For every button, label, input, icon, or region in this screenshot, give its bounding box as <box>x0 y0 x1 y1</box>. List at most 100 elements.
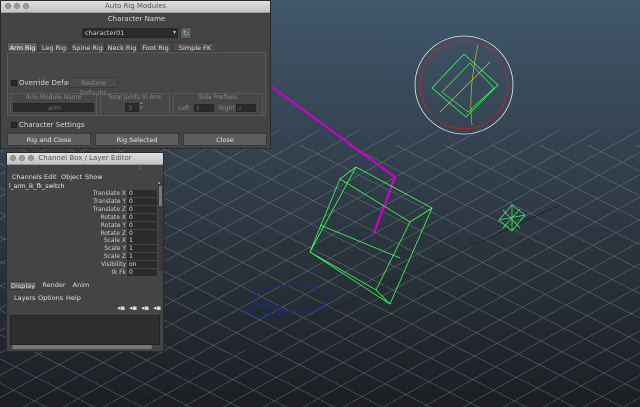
right-prefix-input[interactable]: r <box>236 104 256 113</box>
channel-attribute-value[interactable]: 0 <box>127 190 157 197</box>
channel-attribute-value[interactable]: 0 <box>127 213 157 221</box>
tab-leg-rig[interactable]: Leg Rig <box>38 42 70 52</box>
channel-attribute-value[interactable]: 0 <box>127 221 157 229</box>
side-prefixes-label: Side Prefixes <box>198 94 238 101</box>
channel-attribute-row[interactable]: Scale X1 <box>7 237 159 245</box>
override-defaults-checkbox[interactable] <box>11 80 17 86</box>
left-prefix-input[interactable]: l <box>194 104 214 113</box>
channel-scrollbar[interactable]: ▴ <box>158 181 163 271</box>
arm-module-name-value: arm <box>48 104 61 112</box>
character-name-label: Character Name <box>107 15 166 23</box>
menu-object[interactable]: Object <box>61 173 82 181</box>
layer-horizontal-scrollbar[interactable] <box>12 345 152 349</box>
tab-display[interactable]: Display <box>9 281 37 290</box>
dropdown-arrow-icon: ▾ <box>172 29 176 36</box>
channel-attribute-row[interactable]: Rotate Y0 <box>7 221 159 230</box>
character-name-dropdown[interactable]: character01 ▾ <box>82 28 178 38</box>
channel-attribute-value[interactable]: 1 <box>127 245 157 253</box>
channel-attribute-value[interactable]: 0 <box>127 269 157 276</box>
menu-channels[interactable]: Channels <box>12 173 42 181</box>
tab-simple-fk-rig[interactable]: Simple FK Rig <box>172 42 218 62</box>
channel-box-title: Channel Box / Layer Editor <box>38 154 132 162</box>
auto-rig-window: Auto Rig Modules Character Name characte… <box>0 0 271 149</box>
channel-attribute-name: Scale Y <box>104 245 126 253</box>
restore-defaults-button[interactable]: Restore Defaults <box>69 77 118 97</box>
close-label: Close <box>216 136 234 144</box>
rig-selected-label: Rig Selected <box>116 136 158 144</box>
channel-attribute-name: Translate Y <box>93 197 126 205</box>
menu-show[interactable]: Show <box>85 173 103 181</box>
character-settings-checkbox[interactable] <box>11 122 17 128</box>
channel-attribute-value[interactable]: 1 <box>127 253 157 261</box>
channel-attribute-name: Visibility <box>100 261 126 269</box>
channel-attribute-row[interactable]: Translate Z0 <box>7 205 159 214</box>
channel-attribute-name: Rotate X <box>100 213 126 221</box>
rig-selected-button[interactable]: Rig Selected <box>95 133 179 146</box>
attribute-list: Translate X 0 Translate Y 0 Translate Z 0 Rota… <box>7 190 159 276</box>
layer-list[interactable] <box>10 315 160 345</box>
menu-options[interactable]: Options <box>38 294 63 302</box>
channel-attribute-row[interactable]: Translate Y0 <box>7 197 159 206</box>
new-layer-icon[interactable]: ◂▪ <box>141 304 149 312</box>
channel-attribute-name: Scale X <box>103 237 126 245</box>
tab-foot-rig[interactable]: Foot Rig <box>139 42 172 52</box>
zoom-window-icon[interactable] <box>28 155 34 161</box>
channel-attribute-row[interactable]: Rotate Z0 <box>7 229 159 238</box>
minimize-window-icon[interactable] <box>14 3 20 9</box>
zoom-window-icon[interactable] <box>23 3 29 9</box>
channel-attribute-name: Translate Z <box>92 205 126 213</box>
close-button[interactable]: Close <box>183 133 267 146</box>
channel-attribute-value[interactable]: 1 <box>127 237 157 245</box>
selected-object-name: l_arm_ik_fk_switch <box>9 183 65 190</box>
channel-attribute-row[interactable]: Scale Z1 <box>7 253 159 261</box>
scroll-thumb[interactable] <box>159 186 162 206</box>
channel-attribute-value[interactable]: 0 <box>127 205 157 213</box>
menu-layers[interactable]: Layers <box>14 294 36 302</box>
right-prefix-label: Right <box>219 105 235 112</box>
refresh-icon: ↻ <box>182 29 190 38</box>
tab-spine-rig[interactable]: Spine Rig <box>70 42 105 52</box>
channel-attribute-row[interactable]: Rotate X0 <box>7 213 159 222</box>
rig-and-close-button[interactable]: Rig and Close <box>7 133 91 146</box>
move-layer-up-icon[interactable]: ◂▪ <box>117 304 125 312</box>
character-name-value: character01 <box>85 29 125 37</box>
scroll-up-icon[interactable]: ▴ <box>158 181 163 186</box>
rig-and-close-label: Rig and Close <box>26 136 72 144</box>
total-joints-input[interactable]: 3 <box>125 103 139 112</box>
character-settings-label: Character Settings <box>19 121 85 129</box>
channel-attribute-name: Scale Z <box>103 253 126 261</box>
channel-box-window: Channel Box / Layer Editor ⁑ Channels Ed… <box>6 152 164 352</box>
menu-edit[interactable]: Edit <box>44 173 57 181</box>
arm-module-name-label: Arm Module Name <box>25 94 82 101</box>
refresh-button[interactable]: ↻ <box>180 27 192 39</box>
channel-attribute-value[interactable]: 0 <box>127 229 157 237</box>
auto-rig-titlebar[interactable]: Auto Rig Modules <box>1 1 270 13</box>
move-layer-down-icon[interactable]: ◂▪ <box>129 304 137 312</box>
channel-box-titlebar[interactable]: Channel Box / Layer Editor <box>7 153 163 165</box>
total-joints-label: Total Joints In Arm <box>107 94 162 101</box>
menu-help[interactable]: Help <box>66 294 81 302</box>
channel-attribute-name: Rotate Y <box>100 221 126 229</box>
joints-stepper-icon[interactable]: ▴ ▾ <box>140 101 143 111</box>
channel-attribute-row[interactable]: Scale Y1 <box>7 245 159 253</box>
left-prefix-value: l <box>197 105 199 113</box>
pin-icon[interactable]: ⁑ <box>138 165 141 172</box>
channel-attribute-value[interactable]: on <box>127 261 157 269</box>
channel-attribute-value[interactable]: 0 <box>127 197 157 205</box>
right-prefix-value: r <box>239 105 242 113</box>
minimize-window-icon[interactable] <box>19 155 25 161</box>
tab-anim[interactable]: Anim <box>70 281 92 290</box>
close-window-icon[interactable] <box>5 3 11 9</box>
channel-attribute-name: Rotate Z <box>100 229 126 237</box>
channel-attribute-row[interactable]: Ik Fk 0 <box>7 269 159 277</box>
arm-module-name-input[interactable]: arm <box>13 103 94 112</box>
tab-render[interactable]: Render <box>41 281 67 290</box>
tab-arm-rig[interactable]: Arm Rig <box>7 42 38 52</box>
close-window-icon[interactable] <box>10 155 16 161</box>
new-layer-selected-icon[interactable]: ◂▪ <box>153 304 161 312</box>
channel-attribute-name: Ik Fk <box>111 269 126 276</box>
channel-attribute-row[interactable]: Translate X0 <box>7 190 159 198</box>
channel-attribute-row[interactable]: Visibility on <box>7 261 159 269</box>
tab-neck-rig[interactable]: Neck Rig <box>105 42 139 52</box>
auto-rig-title: Auto Rig Modules <box>104 2 167 10</box>
